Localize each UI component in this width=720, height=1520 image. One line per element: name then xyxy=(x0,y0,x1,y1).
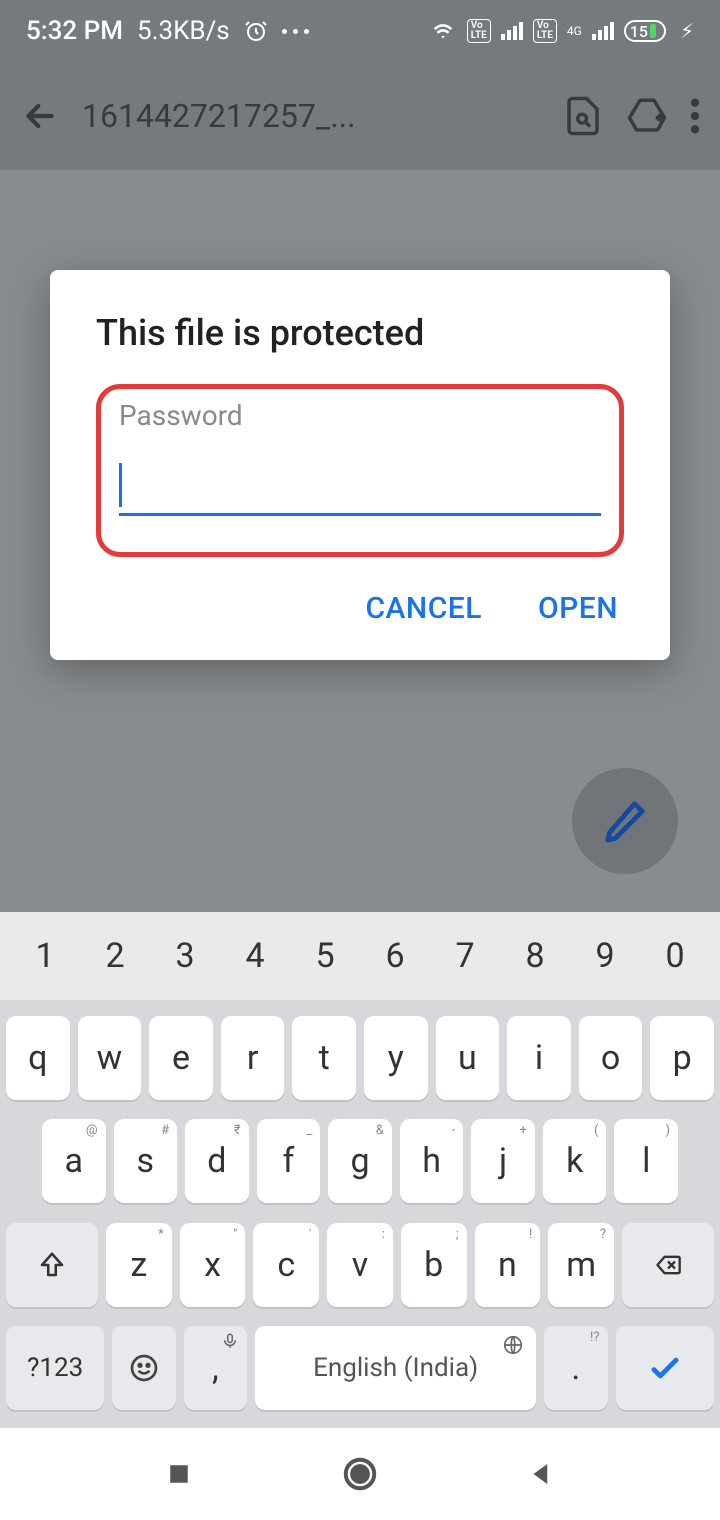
key-9[interactable]: 9 xyxy=(570,936,640,976)
key-w[interactable]: w xyxy=(78,1016,142,1100)
key-r[interactable]: r xyxy=(221,1016,285,1100)
key-8[interactable]: 8 xyxy=(500,936,570,976)
dialog-title: This file is protected xyxy=(96,312,624,354)
key-x[interactable]: "x xyxy=(180,1223,246,1307)
key-b[interactable]: ;b xyxy=(401,1223,467,1307)
alarm-icon xyxy=(244,19,268,43)
signal-icon-1 xyxy=(501,22,523,40)
signal-icon-2 xyxy=(592,22,614,40)
add-to-drive-icon[interactable] xyxy=(626,95,668,137)
navigation-bar xyxy=(0,1428,720,1520)
key-a[interactable]: @a xyxy=(42,1119,106,1203)
mic-icon xyxy=(221,1332,239,1350)
soft-keyboard: 1 2 3 4 5 6 7 8 9 0 q w e r t y u i o p … xyxy=(0,912,720,1428)
nav-recents-icon[interactable] xyxy=(164,1459,194,1489)
key-u[interactable]: u xyxy=(436,1016,500,1100)
key-n[interactable]: !n xyxy=(475,1223,541,1307)
nav-back-icon[interactable] xyxy=(526,1459,556,1489)
status-bar: 5:32 PM 5.3KB/s VoLTE VoLTE 4G 15 ⚡︎ xyxy=(0,0,720,62)
key-h[interactable]: -h xyxy=(400,1119,464,1203)
key-y[interactable]: y xyxy=(364,1016,428,1100)
key-k[interactable]: (k xyxy=(543,1119,607,1203)
cancel-button[interactable]: CANCEL xyxy=(365,591,482,626)
key-comma[interactable]: , xyxy=(184,1326,247,1410)
key-space[interactable]: English (India) xyxy=(255,1326,536,1410)
key-j[interactable]: +j xyxy=(471,1119,535,1203)
nav-home-icon[interactable] xyxy=(341,1455,379,1493)
open-button[interactable]: OPEN xyxy=(538,591,618,626)
key-emoji[interactable] xyxy=(112,1326,175,1410)
key-0[interactable]: 0 xyxy=(640,936,710,976)
key-m[interactable]: ?m xyxy=(548,1223,614,1307)
key-l[interactable]: )l xyxy=(614,1119,678,1203)
shift-icon xyxy=(37,1250,67,1280)
key-o[interactable]: o xyxy=(579,1016,643,1100)
password-field-highlight: Password xyxy=(96,384,624,557)
volte-icon-1: VoLTE xyxy=(467,19,491,43)
find-in-page-icon[interactable] xyxy=(562,95,604,137)
app-bar: 1614427217257_... xyxy=(0,62,720,170)
key-t[interactable]: t xyxy=(292,1016,356,1100)
backspace-icon xyxy=(650,1251,686,1279)
status-net-speed: 5.3KB/s xyxy=(137,16,230,46)
key-backspace[interactable] xyxy=(622,1223,714,1307)
password-input[interactable] xyxy=(126,456,512,503)
more-icon[interactable] xyxy=(690,96,700,136)
more-indicator-icon xyxy=(282,29,309,34)
check-icon xyxy=(646,1349,684,1387)
key-z[interactable]: *z xyxy=(106,1223,172,1307)
key-period[interactable]: !? . xyxy=(544,1326,607,1410)
edit-fab[interactable] xyxy=(572,768,678,874)
key-6[interactable]: 6 xyxy=(360,936,430,976)
charging-icon: ⚡︎ xyxy=(680,19,694,43)
key-v[interactable]: :v xyxy=(327,1223,393,1307)
emoji-icon xyxy=(128,1352,160,1384)
network-4g-icon: 4G xyxy=(567,26,582,37)
battery-indicator: 15 xyxy=(624,20,666,42)
key-shift[interactable] xyxy=(6,1223,98,1307)
key-s[interactable]: #s xyxy=(114,1119,178,1203)
key-2[interactable]: 2 xyxy=(80,936,150,976)
key-i[interactable]: i xyxy=(507,1016,571,1100)
key-d[interactable]: ₹d xyxy=(185,1119,249,1203)
globe-icon xyxy=(502,1334,524,1356)
key-q[interactable]: q xyxy=(6,1016,70,1100)
back-icon[interactable] xyxy=(20,96,60,136)
volte-icon-2: VoLTE xyxy=(533,19,557,43)
status-time: 5:32 PM xyxy=(26,16,123,46)
page-title: 1614427217257_... xyxy=(82,97,540,135)
key-symbols[interactable]: ?123 xyxy=(6,1326,104,1410)
key-e[interactable]: e xyxy=(149,1016,213,1100)
keyboard-number-row: 1 2 3 4 5 6 7 8 9 0 xyxy=(0,912,720,1000)
battery-percent: 15 xyxy=(630,22,648,41)
pencil-icon xyxy=(602,798,648,844)
key-g[interactable]: &g xyxy=(328,1119,392,1203)
key-enter[interactable] xyxy=(616,1326,714,1410)
key-c[interactable]: 'c xyxy=(253,1223,319,1307)
key-3[interactable]: 3 xyxy=(150,936,220,976)
key-5[interactable]: 5 xyxy=(290,936,360,976)
key-f[interactable]: _f xyxy=(257,1119,321,1203)
key-7[interactable]: 7 xyxy=(430,936,500,976)
key-p[interactable]: p xyxy=(650,1016,714,1100)
password-label: Password xyxy=(119,399,601,432)
password-dialog: This file is protected Password CANCEL O… xyxy=(50,270,670,660)
wifi-icon xyxy=(429,20,457,42)
key-1[interactable]: 1 xyxy=(10,936,80,976)
key-4[interactable]: 4 xyxy=(220,936,290,976)
